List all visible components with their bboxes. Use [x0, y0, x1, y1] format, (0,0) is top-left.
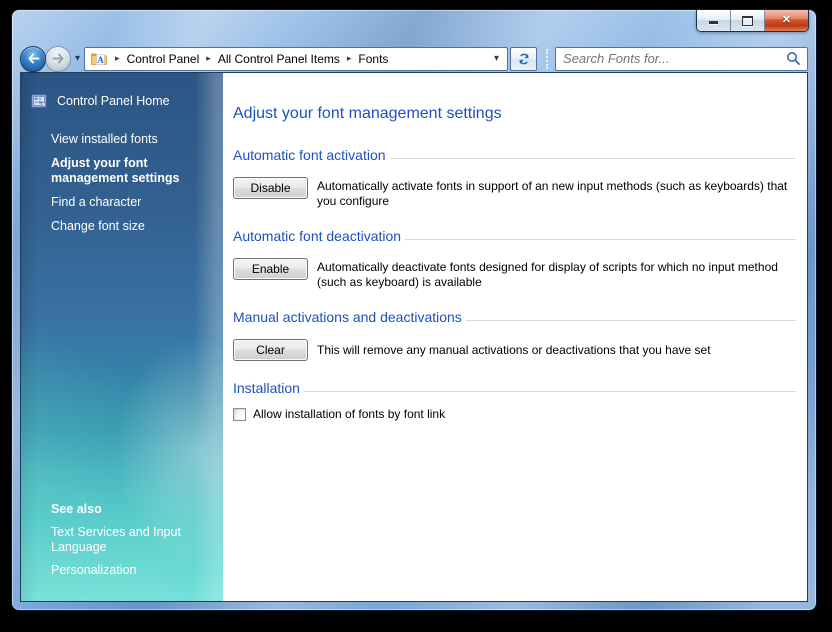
section-description: Automatically deactivate fonts designed … — [317, 260, 778, 289]
page-title: Adjust your font management settings — [233, 105, 502, 122]
explorer-window: ✕ ▾ A ▸ Control Panel ▸ All Control Pane… — [12, 10, 816, 610]
see-also-section: See also Text Services and Input Languag… — [51, 502, 206, 586]
enable-button[interactable]: Enable — [233, 258, 308, 280]
breadcrumb-separator-icon: ▸ — [346, 53, 352, 63]
search-icon[interactable] — [786, 51, 801, 66]
close-button[interactable]: ✕ — [765, 10, 808, 31]
breadcrumb-separator-icon: ▸ — [115, 53, 120, 63]
fonts-folder-icon: A — [91, 53, 108, 66]
section-rule — [405, 238, 796, 240]
minimize-icon — [709, 21, 718, 24]
close-icon: ✕ — [781, 14, 792, 26]
section-rule — [389, 157, 796, 159]
section-rule — [303, 390, 796, 392]
maximize-button[interactable] — [730, 10, 765, 31]
breadcrumb-all-control-panel-items[interactable]: All Control Panel Items — [218, 52, 340, 66]
search-input[interactable] — [556, 51, 786, 66]
sidebar-item-adjust-font-management[interactable]: Adjust your font management settings — [51, 156, 209, 186]
allow-font-link-checkbox[interactable] — [233, 407, 246, 421]
section-heading-automatic-font-activation: Automatic font activation — [233, 147, 386, 163]
forward-button[interactable] — [45, 45, 71, 72]
section-heading-row: Installation — [233, 380, 796, 397]
section-heading-row: Automatic font activation — [233, 147, 796, 164]
sidebar-item-text-services[interactable]: Text Services and Input Language — [51, 525, 206, 555]
clear-button[interactable]: Clear — [233, 339, 308, 361]
section-heading-row: Automatic font deactivation — [233, 228, 796, 245]
sidebar-item-control-panel-home[interactable]: Control Panel Home — [31, 93, 223, 109]
maximize-icon — [742, 15, 753, 26]
disable-button[interactable]: Disable — [233, 177, 308, 199]
section-description: This will remove any manual activations … — [317, 343, 711, 357]
sidebar-item-change-font-size[interactable]: Change font size — [51, 219, 209, 234]
sidebar: Control Panel Home View installed fonts … — [21, 73, 223, 601]
sidebar-item-view-installed-fonts[interactable]: View installed fonts — [51, 132, 209, 147]
refresh-icon — [518, 53, 529, 64]
address-dropdown-icon[interactable]: ▾ — [486, 53, 507, 64]
back-button[interactable] — [20, 45, 46, 72]
breadcrumb-control-panel[interactable]: Control Panel — [127, 52, 200, 66]
refresh-button[interactable] — [510, 46, 538, 71]
main-panel: Adjust your font management settings Aut… — [223, 73, 807, 601]
sidebar-item-personalization[interactable]: Personalization — [51, 563, 206, 578]
section-heading-installation: Installation — [233, 380, 300, 396]
section-rule — [465, 319, 796, 321]
section-description: Automatically activate fonts in support … — [317, 179, 788, 208]
section-heading-row: Manual activations and deactivations — [233, 309, 796, 326]
checkbox-label[interactable]: Allow installation of fonts by font link — [253, 407, 445, 421]
control-panel-home-icon — [31, 94, 47, 108]
client-area: Control Panel Home View installed fonts … — [20, 72, 808, 602]
sidebar-item-label: Control Panel Home — [57, 94, 170, 108]
section-row: Disable Automatically activate fonts in … — [233, 177, 796, 209]
address-bar[interactable]: A ▸ Control Panel ▸ All Control Panel It… — [84, 46, 509, 71]
window-caption-buttons: ✕ — [696, 10, 809, 32]
recent-pages-chevron-icon[interactable]: ▾ — [75, 53, 80, 64]
breadcrumb-separator-icon: ▸ — [206, 53, 211, 63]
minimize-button[interactable] — [697, 10, 730, 31]
section-row: Enable Automatically deactivate fonts de… — [233, 258, 796, 290]
font-link-checkbox-row: Allow installation of fonts by font link — [233, 407, 796, 421]
section-row: Clear This will remove any manual activa… — [233, 339, 796, 361]
search-box — [555, 46, 808, 71]
sidebar-task-links: View installed fonts Adjust your font ma… — [51, 132, 209, 234]
back-arrow-icon — [28, 53, 39, 64]
breadcrumb-fonts[interactable]: Fonts — [358, 52, 388, 66]
section-heading-manual-activations: Manual activations and deactivations — [233, 309, 462, 325]
section-heading-automatic-font-deactivation: Automatic font deactivation — [233, 228, 402, 244]
svg-text:A: A — [97, 55, 104, 65]
forward-arrow-icon — [52, 53, 63, 64]
sidebar-item-find-a-character[interactable]: Find a character — [51, 195, 209, 210]
see-also-heading: See also — [51, 502, 102, 516]
toolbar-separator — [546, 48, 549, 69]
navigation-bar: ▾ A ▸ Control Panel ▸ All Control Panel … — [20, 45, 808, 72]
